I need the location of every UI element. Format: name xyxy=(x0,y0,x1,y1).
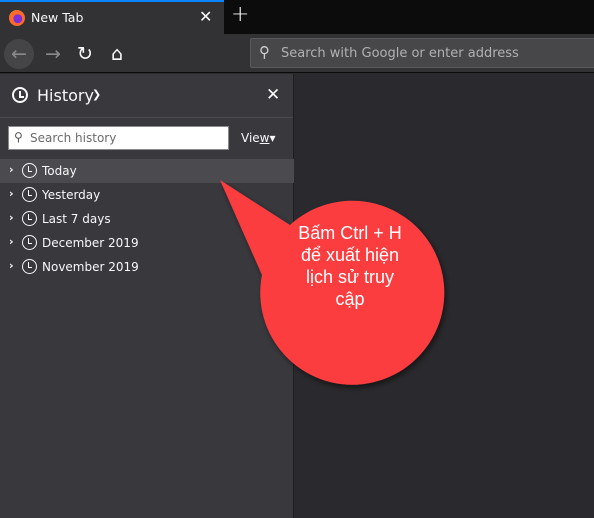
view-label-accesskey: w xyxy=(259,131,270,145)
address-placeholder: Search with Google or enter address xyxy=(281,46,519,61)
history-sidebar: History ❯ ✕ ⚲ Search history View▾ › Toda… xyxy=(0,74,294,518)
chevron-down-icon: ▾ xyxy=(269,131,276,145)
tab-new-tab[interactable]: New Tab ✕ xyxy=(0,0,224,34)
list-item[interactable]: › Today xyxy=(0,159,294,183)
list-item-label: December 2019 xyxy=(42,236,139,250)
clock-icon xyxy=(22,259,37,274)
search-icon: ⚲ xyxy=(259,43,270,61)
tab-strip: New Tab ✕ + xyxy=(0,0,594,34)
list-item-label: Today xyxy=(42,164,77,178)
close-sidebar-button[interactable]: ✕ xyxy=(266,85,280,105)
tab-title: New Tab xyxy=(31,10,84,25)
forward-button[interactable]: → xyxy=(38,39,68,69)
twisty-icon[interactable]: › xyxy=(9,259,14,272)
search-icon: ⚲ xyxy=(14,130,23,144)
view-menu-button[interactable]: View▾ xyxy=(241,131,276,145)
reload-button[interactable]: ↻ xyxy=(70,39,100,69)
firefox-icon xyxy=(9,10,25,26)
list-item[interactable]: › Last 7 days xyxy=(0,207,294,231)
twisty-icon[interactable]: › xyxy=(9,163,14,176)
list-item[interactable]: › December 2019 xyxy=(0,231,294,255)
clock-icon xyxy=(22,211,37,226)
view-label: Vie xyxy=(241,131,260,145)
clock-icon xyxy=(12,87,28,103)
callout-line: để xuất hiện xyxy=(300,245,400,265)
close-tab-icon[interactable]: ✕ xyxy=(199,7,212,26)
clock-icon xyxy=(22,163,37,178)
twisty-icon[interactable]: › xyxy=(9,187,14,200)
list-item-label: Yesterday xyxy=(42,188,101,202)
new-tab-button[interactable]: + xyxy=(231,2,249,27)
back-button[interactable]: ← xyxy=(4,39,34,69)
search-history-input[interactable]: ⚲ Search history xyxy=(8,126,229,150)
callout-text: Bấm Ctrl + H để xuất hiện lịch sử truy c… xyxy=(270,222,430,310)
chevron-down-icon[interactable]: ❯ xyxy=(92,88,101,101)
sidebar-header: History ❯ ✕ xyxy=(0,74,293,118)
history-list: › Today › Yesterday › Last 7 days › December… xyxy=(0,159,294,279)
list-item[interactable]: › November 2019 xyxy=(0,255,294,279)
list-item[interactable]: › Yesterday xyxy=(0,183,294,207)
address-bar[interactable]: ⚲ Search with Google or enter address xyxy=(250,38,594,68)
home-button[interactable]: ⌂ xyxy=(102,39,132,69)
callout-line: lịch sử truy xyxy=(305,267,395,287)
callout-line: cập xyxy=(335,289,365,309)
twisty-icon[interactable]: › xyxy=(9,211,14,224)
list-item-label: November 2019 xyxy=(42,260,139,274)
twisty-icon[interactable]: › xyxy=(9,235,14,248)
sidebar-title[interactable]: History xyxy=(37,86,94,105)
nav-toolbar: ← → ↻ ⌂ ⚲ Search with Google or enter ad… xyxy=(0,34,594,73)
list-item-label: Last 7 days xyxy=(42,212,111,226)
callout-line: Bấm Ctrl + H xyxy=(298,223,402,243)
clock-icon xyxy=(22,187,37,202)
search-placeholder: Search history xyxy=(30,131,117,145)
clock-icon xyxy=(22,235,37,250)
